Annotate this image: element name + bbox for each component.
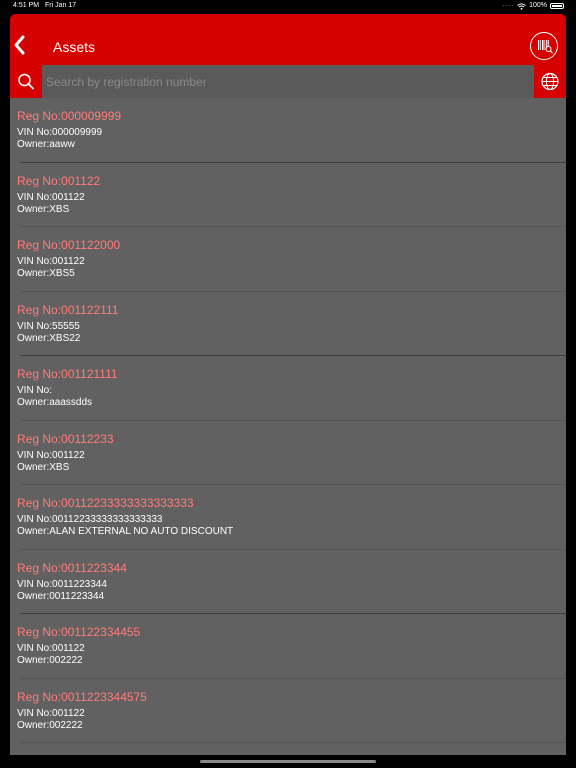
home-indicator[interactable] — [200, 760, 376, 763]
asset-reg-no: Reg No:001122111 — [17, 302, 119, 317]
asset-owner: Owner:002222 — [17, 655, 83, 666]
row-divider — [20, 742, 566, 743]
barcode-scan-button[interactable] — [530, 32, 558, 60]
asset-vin-no: VIN No:00112233333333333333 — [17, 514, 163, 525]
asset-owner: Owner:002222 — [17, 719, 83, 731]
asset-vin-no: VIN No:001122 — [17, 707, 85, 719]
asset-reg-no: Reg No:001122 — [17, 173, 101, 188]
asset-row[interactable]: Reg No:00112233 VIN No:001122 Owner:XBS — [10, 421, 566, 485]
asset-reg-no: Reg No:00112233333333333333 — [17, 496, 194, 510]
signal-icon: ···· — [502, 3, 515, 9]
asset-vin-no: VIN No:001122 — [17, 256, 85, 267]
asset-row[interactable]: Reg No:001121111 VIN No: Owner:aaassdds — [10, 356, 566, 421]
search-icon — [18, 73, 34, 90]
status-time: 4:51 PM — [13, 2, 40, 9]
asset-owner: Owner:XBS22 — [17, 332, 81, 344]
asset-vin-no: VIN No: — [17, 385, 53, 396]
asset-vin-no: VIN No:001122 — [17, 643, 85, 654]
battery-icon — [550, 3, 564, 9]
asset-row[interactable]: Reg No:0011223344575 VIN No:001122 Owner… — [10, 679, 566, 743]
asset-reg-no: Reg No:001121111 — [17, 367, 118, 381]
asset-owner: Owner:ALAN EXTERNAL NO AUTO DISCOUNT — [17, 526, 234, 537]
asset-reg-no: Reg No:0011223344 — [17, 560, 127, 575]
asset-vin-no: VIN No:55555 — [17, 320, 80, 332]
asset-owner: Owner:aaww — [17, 139, 75, 150]
status-bar: 4:51 PM Fri Jan 17 ···· 100% — [0, 0, 576, 12]
asset-row[interactable]: Reg No:0011223344 VIN No:0011223344 Owne… — [10, 550, 566, 614]
page-title: Assets — [53, 39, 96, 55]
online-search-button[interactable] — [534, 65, 566, 98]
search-bar — [10, 65, 566, 98]
asset-reg-no: Reg No:001122000 — [17, 238, 121, 252]
asset-row[interactable]: Reg No:00112233333333333333 VIN No:00112… — [10, 485, 566, 550]
asset-reg-no: Reg No:0011223344575 — [17, 689, 147, 704]
asset-owner: Owner:0011223344 — [17, 590, 105, 602]
asset-vin-no: VIN No:0011223344 — [17, 578, 107, 590]
asset-vin-no: VIN No:001122 — [17, 191, 85, 203]
globe-icon — [541, 72, 559, 91]
wifi-icon — [517, 2, 526, 10]
app-window: Assets Search by registration number Reg… — [10, 14, 566, 755]
asset-row[interactable]: Reg No:001122111 VIN No:55555 Owner:XBS2… — [10, 292, 566, 356]
asset-list: Reg No:000009999 VIN No:000009999 Owner:… — [10, 98, 566, 743]
status-indicators: ···· 100% — [502, 0, 564, 12]
asset-row[interactable]: Reg No:001122000 VIN No:001122 Owner:XBS… — [10, 227, 566, 292]
asset-reg-no: Reg No:000009999 — [17, 109, 122, 123]
asset-reg-no: Reg No:001122334455 — [17, 625, 141, 639]
asset-row[interactable]: Reg No:001122334455 VIN No:001122 Owner:… — [10, 614, 566, 679]
asset-owner: Owner:XBS5 — [17, 268, 75, 279]
asset-row[interactable]: Reg No:001122 VIN No:001122 Owner:XBS — [10, 163, 566, 227]
asset-vin-no: VIN No:000009999 — [17, 127, 103, 138]
nav-header: Assets — [10, 14, 566, 65]
search-button[interactable] — [10, 65, 42, 98]
barcode-icon — [537, 39, 553, 53]
asset-reg-no: Reg No:00112233 — [17, 431, 114, 446]
status-date: Fri Jan 17 — [45, 2, 77, 9]
asset-owner: Owner:XBS — [17, 461, 70, 473]
asset-owner: Owner:XBS — [17, 203, 70, 215]
battery-percent: 100% — [529, 2, 547, 9]
asset-row[interactable]: Reg No:000009999 VIN No:000009999 Owner:… — [10, 98, 566, 163]
back-button[interactable] — [12, 34, 28, 56]
asset-owner: Owner:aaassdds — [17, 397, 93, 408]
chevron-left-icon — [14, 35, 25, 55]
asset-vin-no: VIN No:001122 — [17, 449, 85, 461]
search-input[interactable] — [46, 65, 526, 98]
